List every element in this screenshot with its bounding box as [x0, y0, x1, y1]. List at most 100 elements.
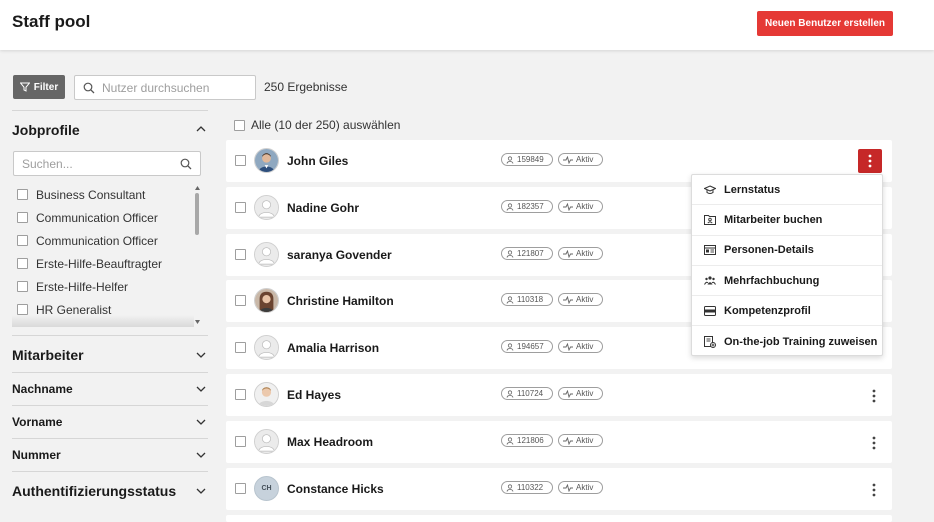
status-badge: Aktiv [558, 434, 603, 447]
jobprofile-item[interactable]: Business Consultant [12, 183, 202, 206]
select-all-checkbox[interactable] [234, 119, 245, 131]
nachname-title[interactable]: Nachname [12, 382, 73, 396]
jobprofile-label: Business Consultant [36, 187, 146, 202]
row-checkbox[interactable] [235, 483, 246, 494]
row-name[interactable]: Amalia Harrison [287, 341, 379, 355]
filter-button[interactable]: Filter [13, 75, 65, 99]
checkbox[interactable] [17, 304, 28, 315]
row-name[interactable]: Max Headroom [287, 435, 373, 449]
menu-item-kompetenzprofil[interactable]: Kompetenzprofil [692, 296, 882, 327]
checkbox[interactable] [17, 235, 28, 246]
status-value: Aktiv [576, 202, 594, 211]
row-name[interactable]: Christine Hamilton [287, 294, 394, 308]
row-checkbox[interactable] [235, 202, 246, 213]
jobprofile-item[interactable]: Erste-Hilfe-Beauftragter [12, 252, 202, 275]
row-name[interactable]: Nadine Gohr [287, 201, 359, 215]
chevron-down-icon[interactable] [196, 450, 206, 460]
status-value: Aktiv [576, 342, 594, 351]
row-checkbox[interactable] [235, 342, 246, 353]
jobprofile-search-input[interactable] [22, 156, 180, 171]
checkbox[interactable] [17, 258, 28, 269]
row-checkbox[interactable] [235, 295, 246, 306]
search-icon [180, 158, 192, 169]
row-name[interactable]: John Giles [287, 154, 348, 168]
avatar-initials: CH [261, 485, 272, 492]
sidebar-divider [12, 110, 208, 111]
menu-item-personen-details[interactable]: Personen-Details [692, 236, 882, 266]
row-name[interactable]: Constance Hicks [287, 482, 384, 496]
chevron-up-icon[interactable] [196, 124, 206, 134]
nummer-title[interactable]: Nummer [12, 448, 61, 462]
menu-item-mitarbeiter-buchen[interactable]: Mitarbeiter buchen [692, 205, 882, 236]
select-all[interactable]: Alle (10 der 250) auswählen [234, 118, 400, 132]
user-search-input[interactable] [102, 80, 242, 95]
menu-item-label: Kompetenzprofil [724, 304, 811, 317]
menu-item-lernstatus[interactable]: Lernstatus [692, 175, 882, 206]
select-all-label: Alle (10 der 250) auswählen [251, 118, 401, 132]
scroll-up-icon[interactable] [195, 186, 200, 190]
menu-item-on-the-job-training[interactable]: On-the-job Training zuweisen [692, 326, 882, 356]
row-menu-button[interactable] [862, 478, 886, 502]
skill-profile-icon [704, 305, 716, 317]
funnel-icon [19, 82, 30, 92]
row-checkbox[interactable] [235, 249, 246, 260]
id-badge: 159849 [501, 153, 553, 166]
jobprofile-item[interactable]: Communication Officer [12, 206, 202, 229]
list-fade [12, 315, 194, 327]
menu-item-label: Personen-Details [724, 244, 814, 257]
row-checkbox[interactable] [235, 436, 246, 447]
jobprofile-title[interactable]: Jobprofile [12, 122, 80, 138]
chevron-down-icon[interactable] [196, 384, 206, 394]
avatar [254, 335, 279, 360]
avatar [254, 242, 279, 267]
status-badge: Aktiv [558, 340, 603, 353]
jobprofile-list: Business Consultant Communication Office… [12, 183, 202, 325]
table-row[interactable]: Max Headroom 121806 Aktiv [226, 421, 892, 463]
id-badge: 110318 [501, 293, 553, 306]
avatar [254, 429, 279, 454]
menu-item-label: On-the-job Training zuweisen [724, 335, 878, 348]
id-badge: 194657 [501, 340, 553, 353]
status-badge: Aktiv [558, 481, 603, 494]
row-menu-button[interactable] [858, 149, 882, 173]
sidebar-divider [12, 335, 208, 336]
new-user-button[interactable]: Neuen Benutzer erstellen [757, 11, 893, 36]
row-name[interactable]: saranya Govender [287, 248, 392, 262]
auth-status-title[interactable]: Authentifizierungsstatus [12, 483, 176, 499]
id-value: 159849 [517, 155, 544, 164]
row-menu-button[interactable] [862, 431, 886, 455]
chevron-down-icon[interactable] [196, 486, 206, 496]
filter-label: Filter [33, 81, 59, 93]
row-name[interactable]: Ed Hayes [287, 388, 341, 402]
checkbox[interactable] [17, 281, 28, 292]
sidebar-divider [12, 372, 208, 373]
id-badge: 110724 [501, 387, 553, 400]
jobprofile-label: Communication Officer [36, 233, 158, 248]
vorname-title[interactable]: Vorname [12, 415, 62, 429]
group-icon [704, 275, 716, 287]
table-row[interactable]: Ed Hayes 110724 Aktiv [226, 374, 892, 416]
checkbox[interactable] [17, 189, 28, 200]
id-value: 110322 [517, 483, 544, 492]
kebab-icon [872, 483, 876, 497]
row-checkbox[interactable] [235, 389, 246, 400]
mitarbeiter-title[interactable]: Mitarbeiter [12, 347, 84, 363]
jobprofile-search-box[interactable] [13, 151, 201, 176]
jobprofile-item[interactable]: Communication Officer [12, 229, 202, 252]
jobprofile-scrollbar[interactable] [195, 193, 199, 235]
menu-item-mehrfachbuchung[interactable]: Mehrfachbuchung [692, 266, 882, 297]
table-row[interactable] [226, 515, 892, 522]
checkbox[interactable] [17, 212, 28, 223]
chevron-down-icon[interactable] [196, 417, 206, 427]
chevron-down-icon[interactable] [196, 350, 206, 360]
menu-item-label: Mehrfachbuchung [724, 274, 820, 287]
table-row[interactable]: CH Constance Hicks 110322 Aktiv [226, 468, 892, 510]
id-value: 182357 [517, 202, 544, 211]
avatar [254, 288, 279, 313]
scroll-down-icon[interactable] [195, 320, 200, 324]
user-search-box[interactable] [74, 75, 256, 100]
jobprofile-item[interactable]: Erste-Hilfe-Helfer [12, 275, 202, 298]
kebab-icon [872, 389, 876, 403]
row-checkbox[interactable] [235, 155, 246, 166]
row-menu-button[interactable] [862, 384, 886, 408]
